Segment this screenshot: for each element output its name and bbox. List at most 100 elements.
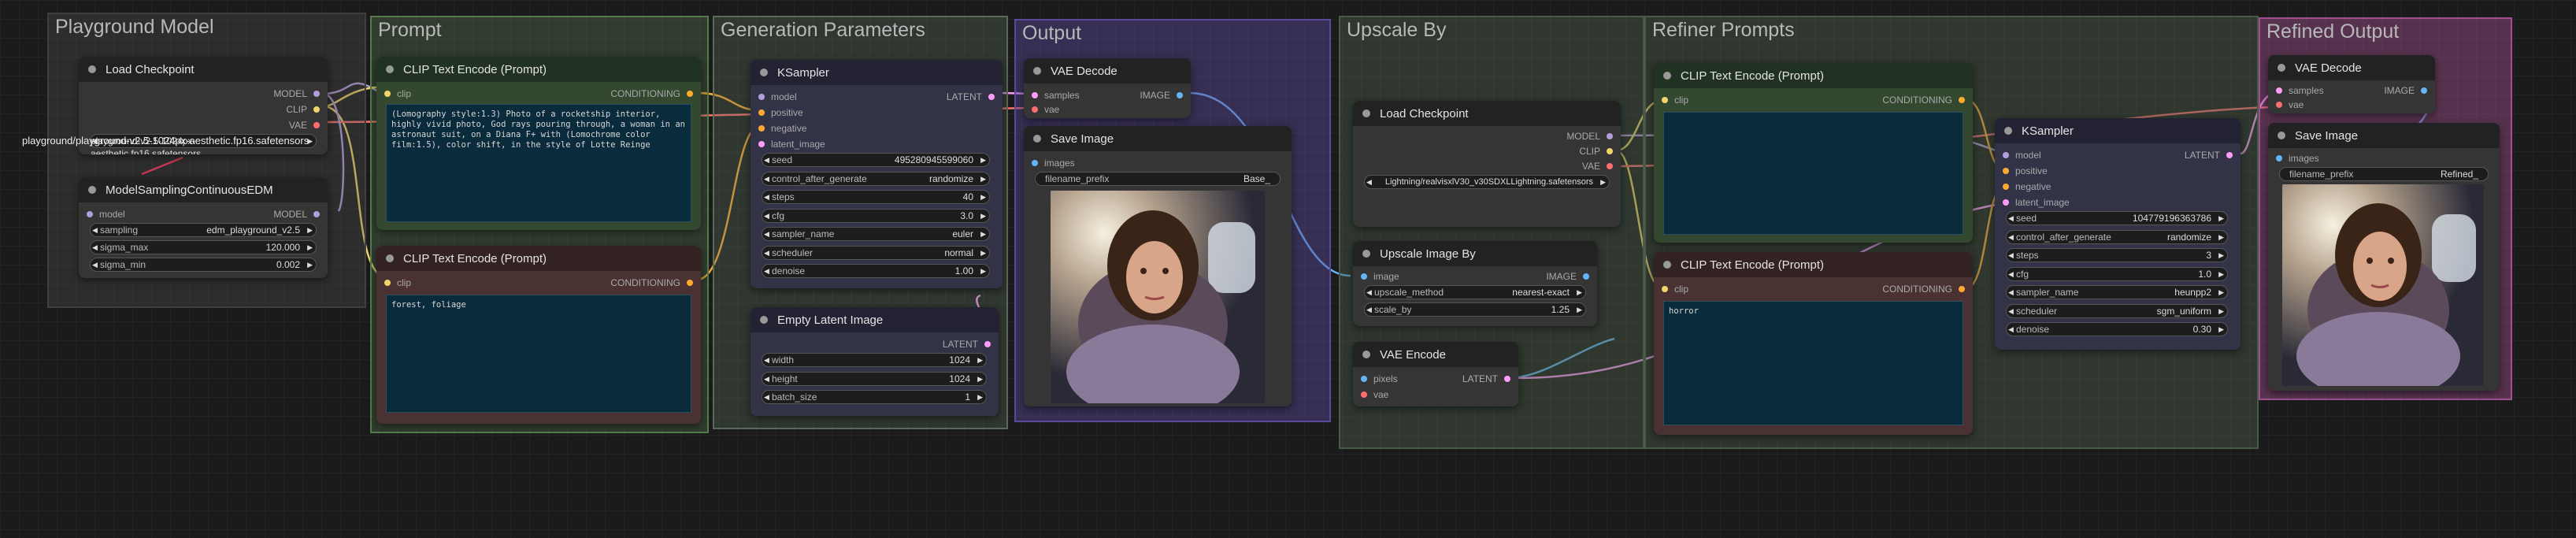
output-conditioning[interactable]: CONDITIONING — [1882, 282, 1965, 296]
width-widget[interactable]: width1024 — [762, 353, 987, 367]
steps-widget[interactable]: steps40 — [762, 190, 990, 204]
clip-text-encode-negative-node[interactable]: CLIP Text Encode (Prompt) clip CONDITION… — [376, 246, 701, 424]
output-model[interactable]: MODEL — [1566, 129, 1613, 143]
collapse-dot-icon[interactable] — [1663, 72, 1671, 80]
input-latent-image[interactable]: latent_image — [758, 137, 825, 151]
sigma-max-input[interactable]: sigma_max120.000 — [90, 240, 317, 254]
load-checkpoint-node-2[interactable]: Load Checkpoint MODEL CLIP VAE Lightning… — [1353, 101, 1621, 227]
ckpt-name-select[interactable]: Lightning/realvisxlV30_v30SDXLLightning.… — [1364, 175, 1610, 189]
node-header[interactable]: Load Checkpoint — [79, 57, 328, 82]
input-clip[interactable]: clip — [384, 276, 411, 290]
prompt-textarea[interactable]: horror — [1663, 301, 1963, 425]
collapse-dot-icon[interactable] — [88, 65, 96, 73]
collapse-dot-icon[interactable] — [2278, 64, 2285, 72]
input-clip[interactable]: clip — [384, 87, 411, 101]
vae-encode-node[interactable]: VAE Encode pixels LATENT vae — [1353, 342, 1518, 406]
input-vae[interactable]: vae — [1360, 388, 1388, 402]
node-header[interactable]: CLIP Text Encode (Prompt) — [1654, 63, 1973, 88]
output-conditioning[interactable]: CONDITIONING — [610, 276, 693, 290]
node-header[interactable]: VAE Decode — [1024, 58, 1191, 83]
prompt-textarea[interactable] — [1663, 112, 1963, 235]
input-vae[interactable]: vae — [2275, 98, 2304, 112]
input-vae[interactable]: vae — [1031, 102, 1059, 117]
empty-latent-image-node[interactable]: Empty Latent Image LATENT width1024 heigh… — [751, 307, 999, 416]
collapse-dot-icon[interactable] — [1362, 250, 1370, 258]
vae-decode-node-2[interactable]: VAE Decode samples IMAGE vae — [2268, 55, 2435, 113]
scale-by-input[interactable]: scale_by1.25 — [1364, 302, 1586, 317]
cfg-widget[interactable]: cfg1.0 — [2006, 266, 2228, 281]
scheduler-widget[interactable]: schedulernormal — [762, 245, 990, 260]
input-clip[interactable]: clip — [1661, 282, 1688, 296]
save-image-node-2[interactable]: Save Image images filename_prefix Refined… — [2268, 123, 2500, 391]
collapse-dot-icon[interactable] — [760, 316, 768, 324]
sigma-min-input[interactable]: sigma_min0.002 — [90, 258, 317, 272]
node-header[interactable]: ModelSamplingContinuousEDM — [79, 177, 328, 202]
output-image[interactable]: IMAGE — [2384, 83, 2427, 98]
collapse-dot-icon[interactable] — [88, 186, 96, 194]
output-latent[interactable]: LATENT — [947, 90, 995, 104]
node-header[interactable]: CLIP Text Encode (Prompt) — [376, 57, 701, 82]
input-latent-image[interactable]: latent_image — [2003, 195, 2070, 210]
output-model[interactable]: MODEL — [273, 207, 320, 221]
sampling-select[interactable]: samplingedm_playground_v2.5 — [90, 223, 317, 237]
upscale-method-select[interactable]: upscale_methodnearest-exact — [1364, 285, 1586, 299]
collapse-dot-icon[interactable] — [2004, 127, 2012, 135]
node-header[interactable]: Empty Latent Image — [751, 307, 999, 332]
output-latent[interactable]: LATENT — [943, 337, 991, 351]
clip-text-encode-positive-node[interactable]: CLIP Text Encode (Prompt) clip CONDITION… — [376, 57, 701, 230]
sampler-name-widget[interactable]: sampler_nameeuler — [762, 227, 990, 241]
height-widget[interactable]: height1024 — [762, 371, 987, 386]
node-header[interactable]: KSampler — [1995, 118, 2241, 143]
upscale-image-by-node[interactable]: Upscale Image By image IMAGE upscale_met… — [1353, 241, 1597, 326]
collapse-dot-icon[interactable] — [1362, 351, 1370, 358]
node-header[interactable]: Save Image — [1024, 126, 1292, 151]
output-clip[interactable]: CLIP — [1579, 144, 1613, 158]
collapse-dot-icon[interactable] — [1033, 67, 1041, 75]
output-conditioning[interactable]: CONDITIONING — [1882, 93, 1965, 107]
node-header[interactable]: CLIP Text Encode (Prompt) — [1654, 252, 1973, 277]
batch-size-widget[interactable]: batch_size1 — [762, 390, 987, 404]
collapse-dot-icon[interactable] — [760, 69, 768, 76]
input-positive[interactable]: positive — [2003, 164, 2048, 178]
prompt-textarea[interactable]: forest, foliage — [386, 295, 691, 413]
node-header[interactable]: Save Image — [2268, 123, 2500, 148]
node-header[interactable]: Load Checkpoint — [1353, 101, 1621, 126]
refined-image-preview[interactable] — [2282, 184, 2484, 386]
ksampler-node[interactable]: KSampler model LATENT positive negative … — [751, 60, 1003, 288]
model-sampling-continuous-edm-node[interactable]: ModelSamplingContinuousEDM model MODEL s… — [79, 177, 328, 278]
denoise-widget[interactable]: denoise0.30 — [2006, 322, 2228, 336]
refiner-clip-text-encode-negative-node[interactable]: CLIP Text Encode (Prompt) clip CONDITION… — [1654, 252, 1973, 435]
ksampler-node-2[interactable]: KSampler model LATENT positive negative … — [1995, 118, 2241, 350]
collapse-dot-icon[interactable] — [1663, 261, 1671, 269]
control-after-generate-widget[interactable]: control_after_generaterandomize — [2006, 229, 2228, 244]
output-conditioning[interactable]: CONDITIONING — [610, 87, 693, 101]
node-header[interactable]: KSampler — [751, 60, 1003, 85]
filename-prefix-input[interactable]: filename_prefix Base_ — [1035, 172, 1281, 186]
filename-prefix-input[interactable]: filename_prefix Refined_ — [2279, 167, 2489, 181]
input-pixels[interactable]: pixels — [1361, 372, 1398, 386]
prompt-textarea[interactable]: (Lomography style:1.3) Photo of a rocket… — [386, 104, 691, 222]
input-positive[interactable]: positive — [758, 106, 803, 120]
output-image[interactable]: IMAGE — [1140, 88, 1183, 102]
scheduler-widget[interactable]: schedulersgm_uniform — [2006, 303, 2228, 318]
input-model[interactable]: model — [2003, 148, 2041, 162]
vae-decode-node[interactable]: VAE Decode samples IMAGE vae — [1024, 58, 1191, 118]
node-header[interactable]: CLIP Text Encode (Prompt) — [376, 246, 701, 271]
input-images[interactable]: images — [2276, 151, 2319, 165]
collapse-dot-icon[interactable] — [1033, 135, 1041, 143]
denoise-widget[interactable]: denoise1.00 — [762, 264, 990, 278]
node-header[interactable]: VAE Encode — [1353, 342, 1518, 367]
collapse-dot-icon[interactable] — [1362, 109, 1370, 117]
collapse-dot-icon[interactable] — [386, 65, 394, 73]
node-header[interactable]: VAE Decode — [2268, 55, 2435, 80]
output-image[interactable]: IMAGE — [1546, 269, 1589, 284]
input-negative[interactable]: negative — [758, 121, 806, 135]
control-after-generate-widget[interactable]: control_after_generaterandomize — [762, 171, 990, 186]
sampler-name-widget[interactable]: sampler_nameheunpp2 — [2006, 285, 2228, 299]
seed-widget[interactable]: seed104779196363786 — [2006, 211, 2228, 225]
output-model[interactable]: MODEL — [273, 87, 320, 101]
output-clip[interactable]: CLIP — [286, 102, 320, 117]
output-vae[interactable]: VAE — [1582, 159, 1614, 173]
input-clip[interactable]: clip — [1661, 93, 1688, 107]
seed-widget[interactable]: seed495280945599060 — [762, 153, 990, 167]
